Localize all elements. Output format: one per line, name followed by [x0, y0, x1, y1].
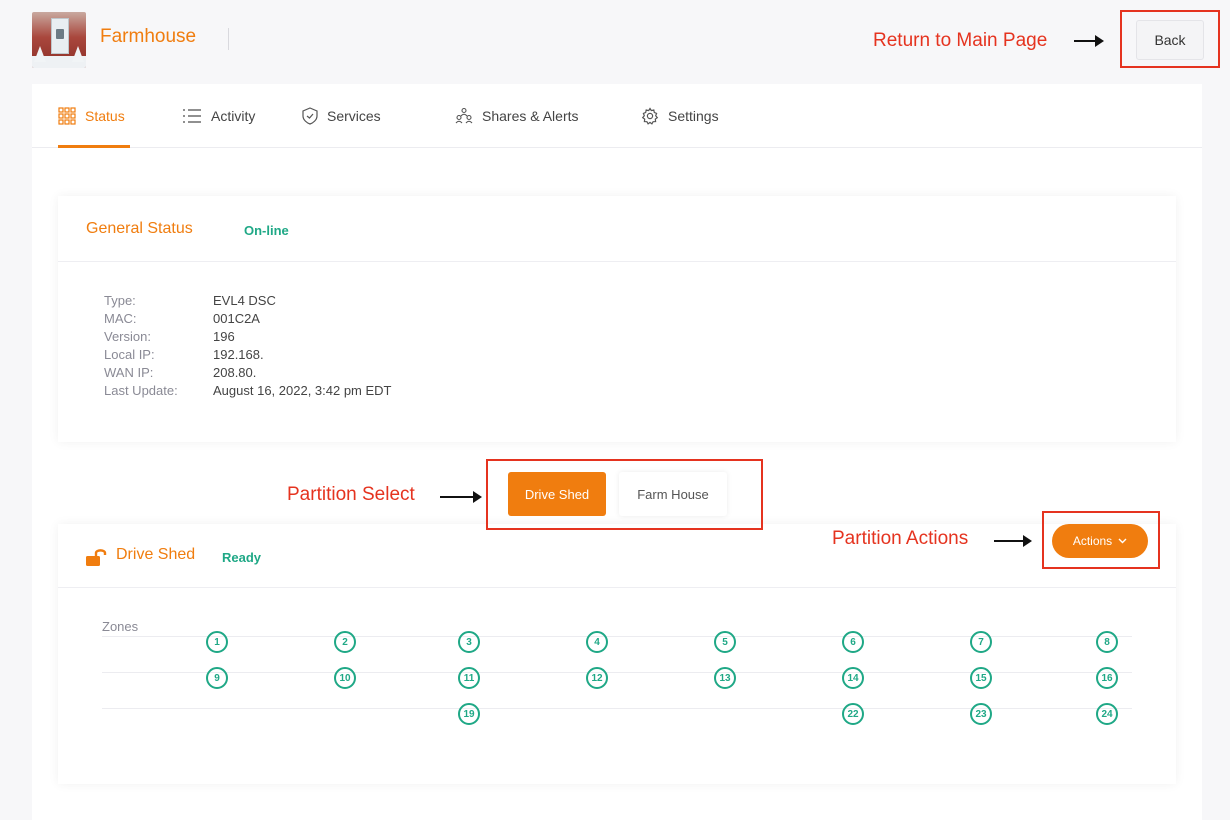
info-row-wan-ip: WAN IP: 208.80. [104, 364, 392, 382]
info-value: 208.80. [213, 365, 257, 380]
info-row-version: Version: 196 [104, 328, 392, 346]
tab-settings-label: Settings [668, 108, 719, 124]
zone-indicator[interactable]: 23 [970, 703, 992, 725]
general-status-title: General Status [86, 220, 193, 237]
shield-icon [302, 107, 318, 125]
site-logo[interactable] [32, 12, 86, 68]
zone-indicator[interactable]: 12 [586, 667, 608, 689]
zones-label: Zones [102, 619, 139, 634]
logo-tree [72, 46, 84, 62]
active-tab-indicator [58, 145, 130, 148]
annotation-box [1042, 511, 1160, 569]
site-name: Farmhouse [100, 26, 197, 47]
info-value: EVL4 DSC [213, 293, 276, 308]
zone-indicator[interactable]: 13 [714, 667, 736, 689]
zone-indicator[interactable]: 6 [842, 631, 864, 653]
header: Farmhouse Return to Main Page Back [0, 0, 1230, 84]
tab-services-label: Services [327, 108, 381, 124]
main-content: Status Activity Services Shares & Alerts… [32, 84, 1202, 820]
zone-indicator[interactable]: 22 [842, 703, 864, 725]
info-value: August 16, 2022, 3:42 pm EDT [213, 383, 392, 398]
annotation-arrow [1074, 35, 1104, 47]
tab-status[interactable]: Status [58, 104, 125, 128]
zone-indicator[interactable]: 24 [1096, 703, 1118, 725]
info-label: Type: [104, 293, 136, 308]
tab-status-label: Status [85, 108, 125, 124]
partition-header: Drive Shed Ready [58, 524, 1176, 588]
device-info: Type: EVL4 DSC MAC: 001C2A Version: 196 … [104, 292, 392, 400]
info-value: 192.168. [213, 347, 264, 362]
annotation-return-main: Return to Main Page [873, 30, 1048, 51]
info-row-type: Type: EVL4 DSC [104, 292, 392, 310]
info-label: WAN IP: [104, 365, 154, 380]
grid-icon [58, 107, 76, 125]
tab-shares-alerts[interactable]: Shares & Alerts [455, 104, 579, 128]
list-icon [183, 109, 201, 123]
partition-title: Drive Shed [116, 546, 196, 563]
info-value: 196 [213, 329, 235, 344]
logo-tree [34, 46, 46, 62]
general-status-panel: General Status On-line Type: EVL4 DSC MA… [58, 196, 1176, 442]
zone-indicator[interactable]: 11 [458, 667, 480, 689]
zone-indicator[interactable]: 15 [970, 667, 992, 689]
info-row-mac: MAC: 001C2A [104, 310, 392, 328]
logo-door-image [51, 18, 69, 54]
unlocked-lock-icon [86, 549, 107, 566]
zone-indicator[interactable]: 16 [1096, 667, 1118, 689]
info-row-local-ip: Local IP: 192.168. [104, 346, 392, 364]
zone-indicator[interactable]: 8 [1096, 631, 1118, 653]
back-button[interactable]: Back [1136, 20, 1204, 60]
zone-indicator[interactable]: 14 [842, 667, 864, 689]
info-label: MAC: [104, 311, 137, 326]
zone-indicator[interactable]: 19 [458, 703, 480, 725]
tab-settings[interactable]: Settings [641, 104, 719, 128]
info-label: Local IP: [104, 347, 155, 362]
zone-indicator[interactable]: 4 [586, 631, 608, 653]
tab-bar: Status Activity Services Shares & Alerts… [32, 84, 1202, 148]
people-icon [455, 107, 473, 124]
zone-indicator[interactable]: 9 [206, 667, 228, 689]
zone-indicator[interactable]: 2 [334, 631, 356, 653]
tab-activity[interactable]: Activity [182, 104, 255, 128]
info-label: Version: [104, 329, 151, 344]
annotation-arrow [994, 535, 1032, 547]
info-value: 001C2A [213, 311, 260, 326]
partition-panel: Drive Shed Ready Zones 1 2 3 4 5 6 7 8 9 10 11 12 13… [58, 524, 1176, 784]
general-status-header: General Status On-line [58, 196, 1176, 262]
info-row-last-update: Last Update: August 16, 2022, 3:42 pm ED… [104, 382, 392, 400]
annotation-partition-select: Partition Select [287, 484, 415, 505]
tab-activity-label: Activity [211, 108, 256, 124]
gear-icon [641, 107, 659, 125]
info-label: Last Update: [104, 383, 178, 398]
header-divider [228, 28, 229, 50]
partition-status-badge: Ready [222, 550, 262, 565]
annotation-partition-actions: Partition Actions [832, 528, 969, 549]
zone-indicator[interactable]: 1 [206, 631, 228, 653]
general-status-badge: On-line [244, 223, 289, 238]
tab-shares-alerts-label: Shares & Alerts [482, 108, 579, 124]
tab-services[interactable]: Services [302, 104, 381, 128]
annotation-arrow [440, 491, 482, 503]
zone-indicator[interactable]: 10 [334, 667, 356, 689]
zone-indicator[interactable]: 3 [458, 631, 480, 653]
annotation-box [486, 459, 763, 530]
zone-indicator[interactable]: 5 [714, 631, 736, 653]
zone-indicator[interactable]: 7 [970, 631, 992, 653]
